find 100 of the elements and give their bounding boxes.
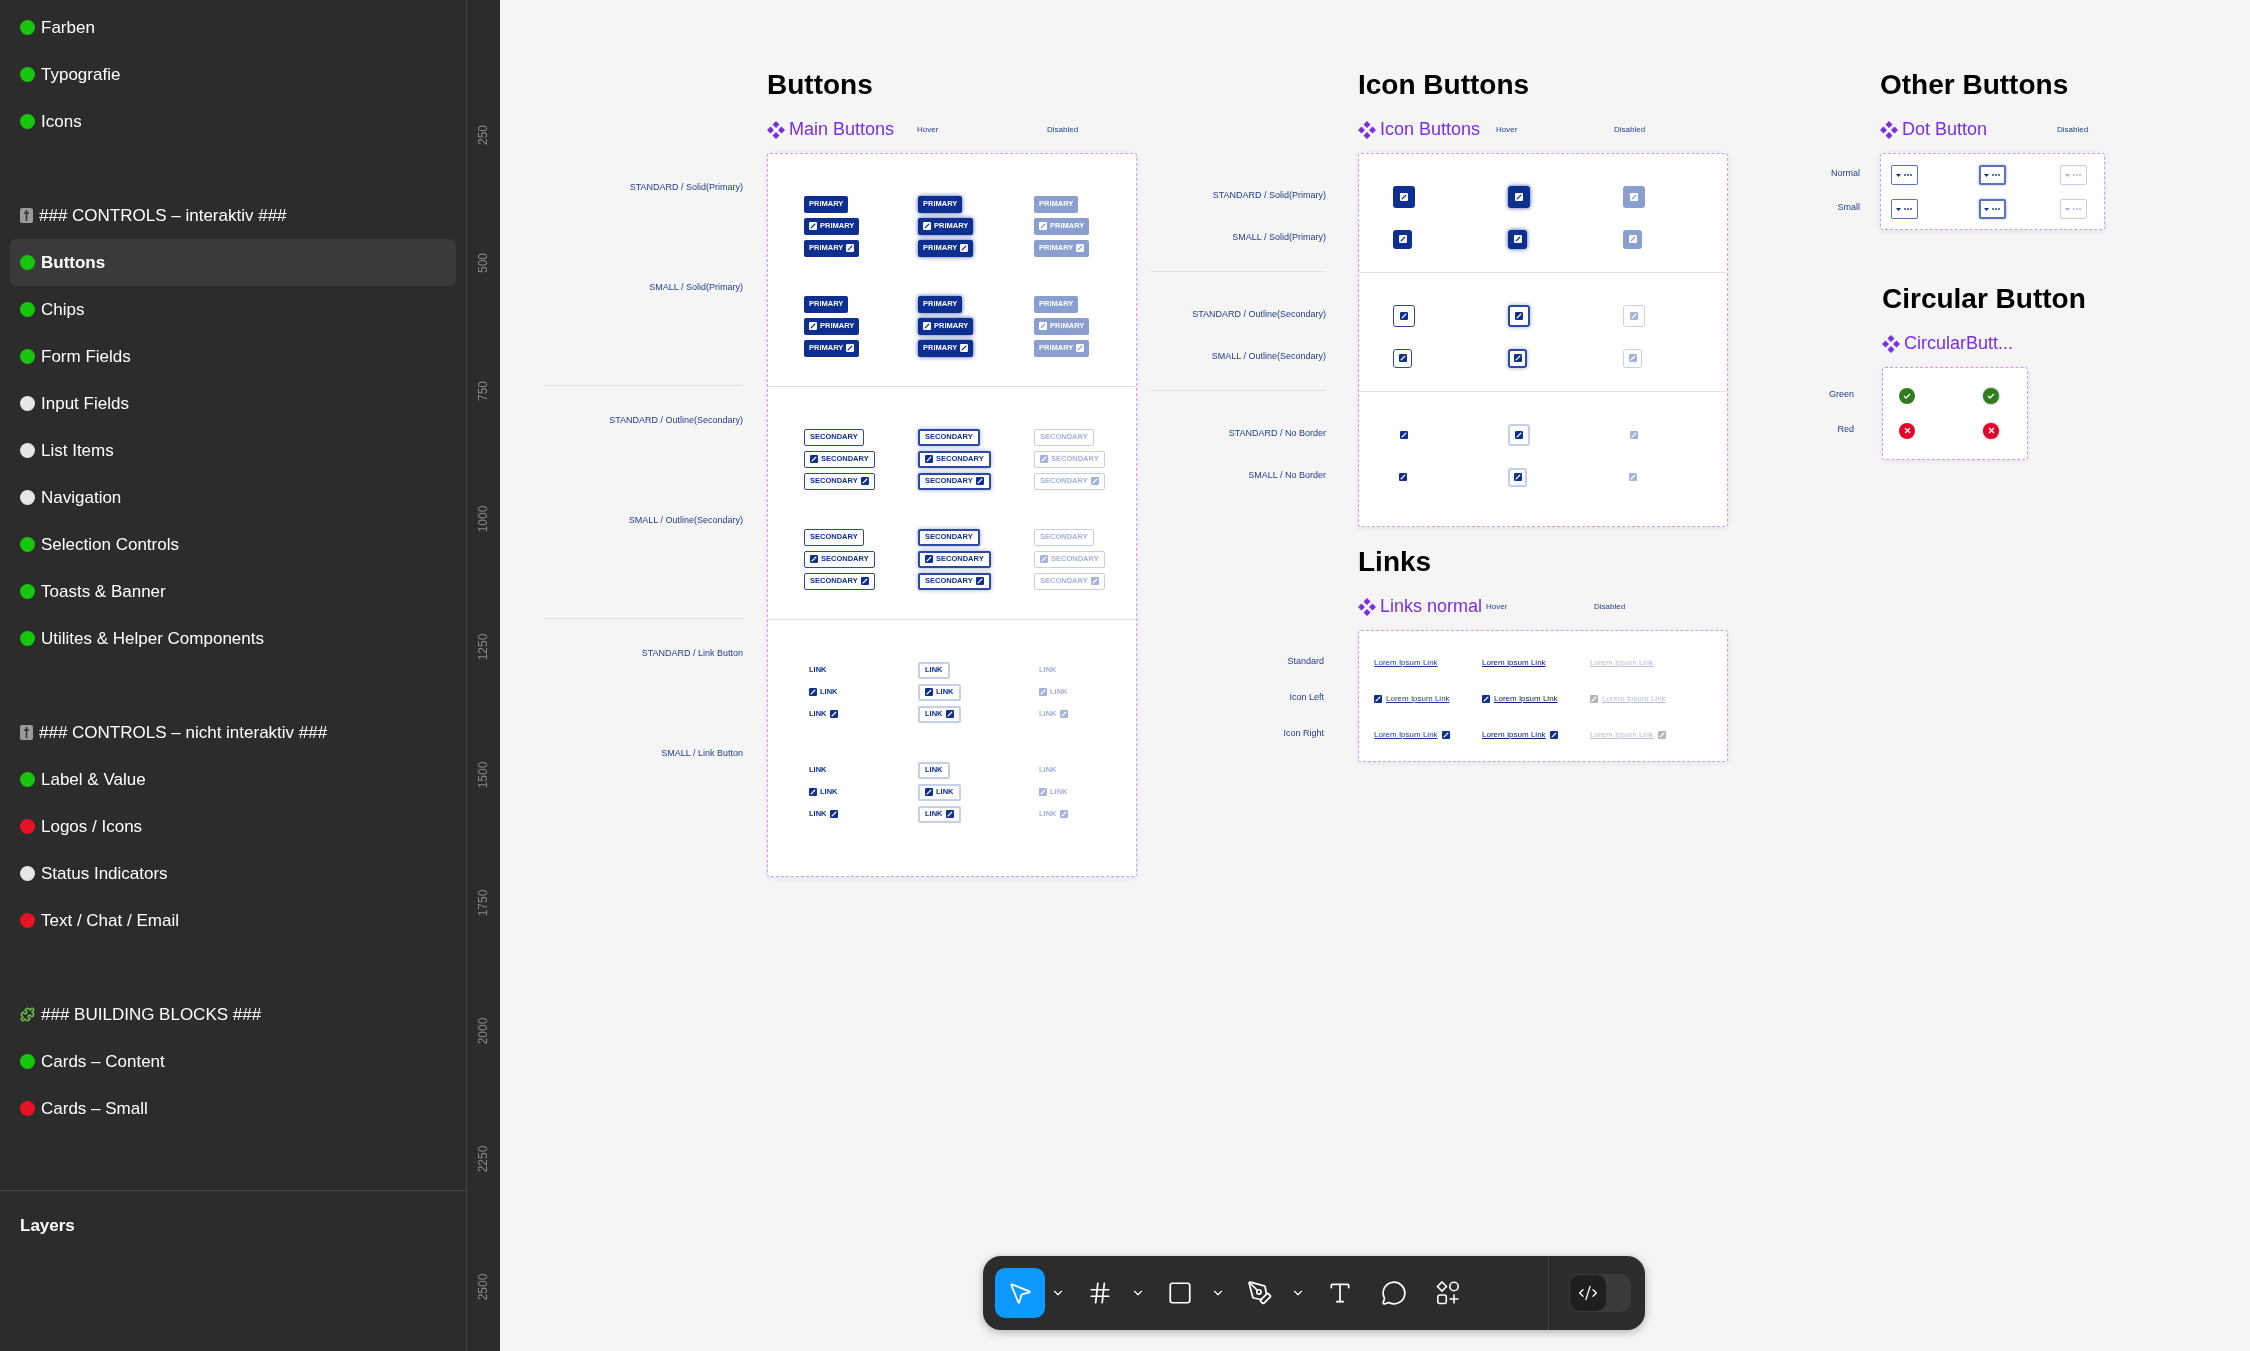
edit-icon [809,788,817,796]
icon-button[interactable] [1508,229,1527,249]
sidebar-item[interactable]: Buttons [10,239,456,286]
sidebar-item[interactable]: Label & Value [10,756,456,803]
section-title: Links [1358,545,1432,579]
dot-button[interactable] [1979,165,2006,185]
edit-icon [1400,193,1408,201]
edit-icon [1076,244,1085,252]
row-label: Green [1829,387,1854,401]
edit-icon [1400,431,1408,439]
edit-icon [975,577,984,585]
dev-mode-toggle[interactable] [1569,1274,1631,1312]
edit-icon [1040,555,1048,563]
edit-icon [1515,312,1523,320]
edit-icon [1628,473,1637,481]
text-link[interactable]: Lorem Ipsum Link [1386,693,1450,705]
cancel-button[interactable] [1983,422,1999,439]
layers-title: Layers [20,1216,75,1235]
dot-button[interactable] [1891,199,1918,219]
edit-icon [810,455,818,463]
component-name: Dot Button [1902,118,1988,141]
edit-icon [1515,193,1523,201]
text-link[interactable]: Lorem Ipsum Link [1482,657,1546,669]
sidebar-item[interactable]: Toasts & Banner [10,568,456,615]
edit-icon [1090,477,1099,485]
tool-button[interactable] [995,1268,1045,1318]
text-link[interactable]: Lorem Ipsum Link [1494,693,1558,705]
shapes-icon [1435,1280,1461,1306]
edit-icon [1630,312,1638,320]
item-label: Label & Value [41,768,146,791]
icon-button[interactable] [1393,229,1412,249]
sidebar-item[interactable]: Utilites & Helper Components [10,615,456,662]
item-label: Toasts & Banner [41,580,166,603]
sidebar-item[interactable]: Status Indicators [10,850,456,897]
sidebar-item[interactable]: Input Fields [10,380,456,427]
sidebar-item[interactable]: Navigation [10,474,456,521]
item-label: Selection Controls [41,533,179,556]
section-header[interactable]: ### CONTROLS – nicht interaktiv ### [10,709,456,756]
sidebar-item[interactable]: Chips [10,286,456,333]
close-icon [1987,427,1995,434]
confirm-button[interactable] [1983,387,1999,404]
sidebar-item[interactable]: Cards – Small [10,1085,456,1132]
sidebar-item[interactable]: Cards – Content [10,1038,456,1085]
component-icon [1358,597,1376,616]
sidebar-item[interactable]: Logos / Icons [10,803,456,850]
text-link[interactable]: Lorem Ipsum Link [1482,729,1546,741]
section-title: Icon Buttons [1358,68,1530,102]
icon-button[interactable] [1508,348,1527,368]
confirm-button[interactable] [1899,387,1915,404]
ruler-label: 1750 [475,889,492,917]
puzzle-icon [20,1007,35,1022]
edit-icon [925,788,933,796]
sidebar-item[interactable]: List Items [10,427,456,474]
sidebar-item[interactable]: Form Fields [10,333,456,380]
sidebar-item[interactable]: Typografie [10,51,456,98]
edit-icon [860,577,869,585]
sidebar-item[interactable]: Text / Chat / Email [10,897,456,944]
section-header[interactable]: ### CONTROLS – interaktiv ### [10,192,456,239]
sidebar-item[interactable]: Farben [10,4,456,51]
icon-button[interactable] [1508,305,1530,327]
row-label: Red [1837,422,1854,436]
row-label: STANDARD / Outline(Secondary) [1192,308,1326,322]
sidebar-item[interactable]: Icons [10,98,456,145]
check-icon [1903,392,1911,399]
caret-dots-icon [1984,172,2001,178]
item-label: Cards – Small [41,1097,148,1120]
column-header: Disabled [1614,123,1647,136]
pen-icon [1247,1280,1273,1306]
dot-button[interactable] [1979,199,2006,219]
edit-icon [810,555,818,563]
ruler-label: 500 [475,253,492,273]
edit-icon [960,344,969,352]
icon-button[interactable] [1508,186,1530,208]
text-link[interactable]: Lorem Ipsum Link [1374,657,1438,669]
item-label: Chips [41,298,85,321]
ruler-label: 750 [475,381,492,401]
icon-button[interactable] [1393,305,1415,327]
row-label: Icon Right [1283,727,1324,741]
column-header: Hover [1486,600,1509,613]
edit-icon [1628,354,1637,362]
edit-icon [925,555,933,563]
rectangle-icon [1167,1280,1193,1306]
item-label: Farben [41,16,95,39]
text-link[interactable]: Lorem Ipsum Link [1374,729,1438,741]
edit-icon [1441,731,1450,739]
item-label: List Items [41,439,114,462]
cancel-button[interactable] [1899,422,1915,439]
edit-icon [923,322,931,330]
section-header[interactable]: ### BUILDING BLOCKS ### [10,991,456,1038]
item-label: Cards – Content [41,1050,165,1073]
sidebar-item[interactable]: Selection Controls [10,521,456,568]
edit-icon [846,344,855,352]
dot-button[interactable] [1891,165,1918,185]
component-icon [1882,334,1900,353]
slider-icon [20,208,33,223]
item-label: Status Indicators [41,862,168,885]
icon-button[interactable] [1393,348,1412,368]
ruler-label: 2250 [475,1145,492,1173]
edit-icon [1059,710,1068,718]
icon-button[interactable] [1393,186,1415,208]
